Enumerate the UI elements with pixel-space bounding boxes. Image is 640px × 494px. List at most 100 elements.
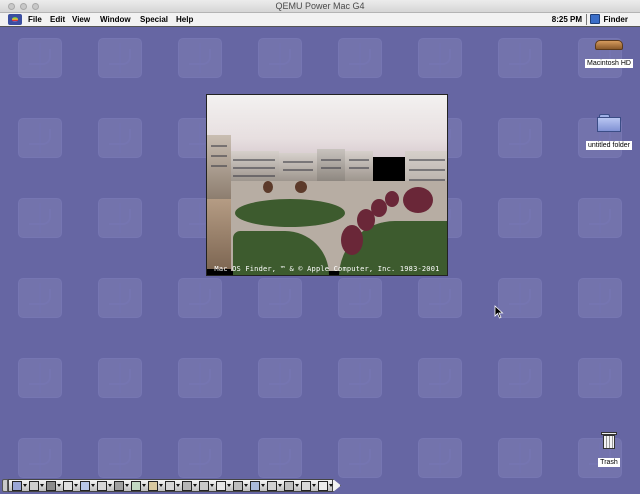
application-menu[interactable]: Finder bbox=[589, 13, 628, 26]
speaker-volume-icon[interactable] bbox=[232, 481, 248, 491]
popup-arrow-icon bbox=[108, 484, 112, 487]
popup-arrow-icon bbox=[210, 484, 214, 487]
folder-icon bbox=[597, 114, 621, 132]
desktop-pattern-tile bbox=[338, 358, 382, 398]
port-icon[interactable] bbox=[300, 481, 316, 491]
desktop-pattern-tile bbox=[498, 198, 542, 238]
desktop-pattern-tile bbox=[18, 38, 62, 78]
popup-arrow-icon bbox=[57, 484, 61, 487]
menu-edit[interactable]: Edit bbox=[50, 13, 65, 26]
monitor-bitdepth-glyph bbox=[182, 481, 192, 491]
sound-icon[interactable] bbox=[79, 481, 95, 491]
speaker-volume-glyph bbox=[233, 481, 243, 491]
popup-arrow-icon bbox=[142, 484, 146, 487]
cd-icon[interactable] bbox=[215, 481, 231, 491]
popup-arrow-icon bbox=[159, 484, 163, 487]
keyboard-glyph bbox=[284, 481, 294, 491]
desktop-pattern-tile bbox=[338, 438, 382, 478]
apple-menu-icon[interactable] bbox=[8, 14, 22, 25]
web-sharing-glyph bbox=[131, 481, 141, 491]
control-strip-body bbox=[8, 479, 333, 492]
control-strip bbox=[0, 478, 342, 494]
monitor-bitdepth-icon[interactable] bbox=[181, 481, 197, 491]
popup-arrow-icon bbox=[23, 484, 27, 487]
menu-file[interactable]: File bbox=[28, 13, 42, 26]
desktop-pattern-tile bbox=[418, 358, 462, 398]
control-strip-toggle[interactable] bbox=[11, 481, 27, 491]
desktop-pattern-tile bbox=[578, 358, 622, 398]
sound-glyph bbox=[80, 481, 90, 491]
menu-help[interactable]: Help bbox=[176, 13, 193, 26]
splash-copyright-text: Mac OS Finder, ™ & © Apple Computer, Inc… bbox=[214, 265, 440, 273]
finder-icon bbox=[589, 14, 600, 24]
file-sharing-icon[interactable] bbox=[62, 481, 78, 491]
finder-splash-screen: Mac OS Finder, ™ & © Apple Computer, Inc… bbox=[206, 94, 448, 276]
desktop-pattern-tile bbox=[338, 278, 382, 318]
desktop-pattern-tile bbox=[178, 438, 222, 478]
desktop-pattern-tile bbox=[258, 358, 302, 398]
desktop-pattern-tile bbox=[498, 278, 542, 318]
cd-glyph bbox=[216, 481, 226, 491]
desktop-pattern-tile bbox=[178, 38, 222, 78]
keychain-icon[interactable] bbox=[147, 481, 163, 491]
desktop-pattern-tile bbox=[498, 358, 542, 398]
printer-glyph bbox=[165, 481, 175, 491]
hard-disk-icon bbox=[595, 40, 623, 50]
remote-access-glyph bbox=[114, 481, 124, 491]
desktop-printer-glyph bbox=[267, 481, 277, 491]
control-strip-end-tab[interactable] bbox=[333, 479, 341, 492]
popup-arrow-icon bbox=[312, 484, 316, 487]
energy-glyph bbox=[250, 481, 260, 491]
monitor-resolution-icon[interactable] bbox=[198, 481, 214, 491]
chevron-icon[interactable] bbox=[317, 481, 333, 491]
popup-arrow-icon bbox=[261, 484, 265, 487]
desktop-pattern-tile bbox=[98, 278, 142, 318]
popup-arrow-icon bbox=[91, 484, 95, 487]
desktop-pattern-tile bbox=[178, 278, 222, 318]
menu-window[interactable]: Window bbox=[100, 13, 131, 26]
desktop-pattern-tile bbox=[258, 438, 302, 478]
desktop-printer-icon[interactable] bbox=[266, 481, 282, 491]
trash-can-icon bbox=[601, 430, 617, 450]
application-menu-label: Finder bbox=[603, 15, 628, 24]
popup-arrow-icon bbox=[193, 484, 197, 487]
remote-access-icon[interactable] bbox=[113, 481, 129, 491]
untitled-folder-label: untitled folder bbox=[585, 141, 633, 150]
desktop-pattern-tile bbox=[18, 438, 62, 478]
popup-arrow-icon bbox=[74, 484, 78, 487]
popup-arrow-icon bbox=[40, 484, 44, 487]
desktop-pattern-tile bbox=[98, 38, 142, 78]
printer-icon[interactable] bbox=[164, 481, 180, 491]
appletalk-icon[interactable] bbox=[45, 481, 61, 491]
menu-special[interactable]: Special bbox=[140, 13, 168, 26]
menubar: File Edit View Window Special Help 8:25 … bbox=[0, 13, 640, 27]
control-strip-toggle-glyph bbox=[12, 481, 22, 491]
desktop-pattern-tile bbox=[178, 358, 222, 398]
popup-arrow-icon bbox=[295, 484, 299, 487]
energy-icon[interactable] bbox=[249, 481, 265, 491]
file-sharing-glyph bbox=[63, 481, 73, 491]
keyboard-icon[interactable] bbox=[283, 481, 299, 491]
location-glyph bbox=[97, 481, 107, 491]
popup-arrow-icon bbox=[176, 484, 180, 487]
web-sharing-icon[interactable] bbox=[130, 481, 146, 491]
menu-view[interactable]: View bbox=[72, 13, 90, 26]
trash-icon[interactable]: Trash bbox=[592, 430, 626, 469]
desktop-pattern-tile bbox=[498, 438, 542, 478]
desktop-pattern-tile bbox=[98, 118, 142, 158]
desktop-pattern-tile bbox=[18, 358, 62, 398]
macintosh-hd-icon[interactable]: Macintosh HD bbox=[585, 40, 633, 70]
untitled-folder-icon[interactable]: untitled folder bbox=[582, 114, 636, 152]
popup-arrow-icon bbox=[125, 484, 129, 487]
popup-arrow-icon bbox=[278, 484, 282, 487]
desktop-pattern-tile bbox=[418, 38, 462, 78]
desktop-pattern-tile bbox=[498, 118, 542, 158]
desktop-pattern-tile bbox=[418, 278, 462, 318]
desktop-pattern-tile bbox=[18, 118, 62, 158]
menubar-clock[interactable]: 8:25 PM bbox=[552, 13, 582, 26]
desktop-pattern-tile bbox=[578, 198, 622, 238]
desktop-pattern-tile bbox=[98, 438, 142, 478]
monitor-icon[interactable] bbox=[28, 481, 44, 491]
location-icon[interactable] bbox=[96, 481, 112, 491]
monitor-resolution-glyph bbox=[199, 481, 209, 491]
